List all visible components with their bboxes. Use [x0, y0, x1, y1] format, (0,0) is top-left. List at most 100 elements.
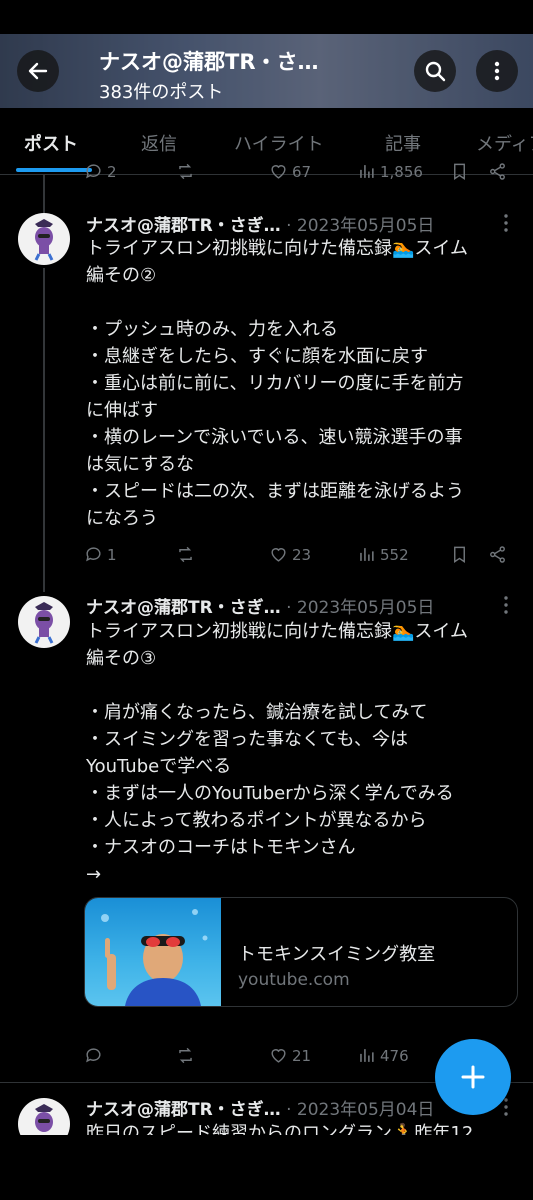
tweet-line: ・プッシュ時のみ、力を入れる — [86, 319, 338, 340]
bookmark-button[interactable] — [450, 162, 469, 181]
views-chart-icon — [360, 548, 374, 561]
tab-articles[interactable]: 記事 — [385, 130, 421, 156]
share-button[interactable] — [488, 545, 507, 564]
reply-button[interactable]: 1 — [84, 545, 117, 564]
tweet-header: ナスオ@蒲郡TR・さぎ… · 2023年05月05日 — [86, 593, 434, 618]
tweet-text: 昨日のスピード練習からのロングラン🏃昨年12 — [86, 1120, 518, 1135]
more-options-button[interactable] — [476, 50, 518, 92]
tweet-line: → — [86, 864, 102, 885]
view-count: 552 — [380, 545, 409, 564]
author-name[interactable]: ナスオ@蒲郡TR・さぎ… — [86, 1100, 281, 1120]
search-button[interactable] — [414, 50, 456, 92]
retweet-icon — [179, 546, 192, 563]
search-icon — [425, 61, 446, 82]
share-icon — [490, 546, 505, 563]
active-tab-indicator — [16, 168, 92, 172]
views-chart-icon — [360, 165, 374, 178]
view-count: 476 — [380, 1046, 409, 1065]
share-icon — [490, 163, 505, 180]
tweet-line: 編その③ — [86, 648, 157, 669]
tweet-line: ・スピードは二の次、まずは距離を泳げるよう — [86, 481, 464, 502]
heart-icon — [271, 548, 286, 562]
tweet-date[interactable]: · 2023年05月05日 — [286, 598, 434, 618]
like-button[interactable]: 21 — [269, 1046, 311, 1065]
tweet-more-icon[interactable] — [495, 212, 517, 234]
author-name[interactable]: ナスオ@蒲郡TR・さぎ… — [86, 216, 281, 236]
author-name[interactable]: ナスオ@蒲郡TR・さぎ… — [86, 598, 281, 618]
tweet-line: 編その② — [86, 265, 157, 286]
views-button[interactable]: 1,856 — [357, 162, 423, 181]
avatar[interactable] — [18, 596, 70, 648]
compose-button[interactable] — [435, 1039, 511, 1115]
bottom-nav-area — [0, 1135, 533, 1200]
tab-posts[interactable]: ポスト — [24, 130, 78, 156]
tweet-line: トライアスロン初挑戦に向けた備忘録🏊スイム — [86, 621, 469, 642]
tweet-more-icon[interactable] — [495, 594, 517, 616]
bookmark-icon — [454, 163, 465, 180]
views-button[interactable]: 476 — [357, 1046, 409, 1065]
tweet-line: ・まずは一人のYouTuberから深く学んでみる — [86, 783, 454, 804]
reply-count: 2 — [107, 162, 117, 181]
profile-header: ナスオ@蒲郡TR・さ… 383件のポスト — [0, 34, 533, 108]
tweet-line — [86, 289, 518, 316]
like-button[interactable]: 23 — [269, 545, 311, 564]
tweet-line: ・人によって教わるポイントが異なるから — [86, 810, 427, 831]
tab-highlights[interactable]: ハイライト — [234, 130, 324, 156]
tweet-header: ナスオ@蒲郡TR・さぎ… · 2023年05月05日 — [86, 211, 434, 236]
retweet-icon — [179, 1047, 192, 1064]
tweet-date[interactable]: · 2023年05月04日 — [286, 1100, 434, 1120]
reply-button[interactable] — [84, 1046, 103, 1065]
heart-icon — [271, 165, 286, 179]
tweet-text: トライアスロン初挑戦に向けた備忘録🏊スイム 編その② ・プッシュ時のみ、力を入れ… — [86, 235, 518, 532]
link-thumbnail — [85, 898, 221, 1006]
bookmark-button[interactable] — [450, 545, 469, 564]
thread-connector — [43, 268, 45, 592]
tweet-line: YouTubeで学べる — [86, 756, 232, 777]
nasuo-character-icon — [34, 219, 54, 261]
retweet-button[interactable] — [176, 545, 195, 564]
tweet-date[interactable]: · 2023年05月05日 — [286, 216, 434, 236]
avatar[interactable] — [18, 213, 70, 265]
tweet-line: ・息継ぎをしたら、すぐに顔を水面に戻す — [86, 346, 428, 367]
reply-icon — [86, 164, 101, 179]
status-bar — [0, 0, 533, 34]
retweet-icon — [179, 163, 192, 180]
header-title: ナスオ@蒲郡TR・さ… — [99, 50, 319, 74]
back-button[interactable] — [17, 50, 59, 92]
link-preview-card[interactable]: トモキンスイミング教室 youtube.com — [84, 897, 518, 1007]
views-button[interactable]: 552 — [357, 545, 409, 564]
retweet-button[interactable] — [176, 1046, 195, 1065]
post-count: 383件のポスト — [99, 82, 224, 103]
tweet-actions: 1 23 552 — [84, 545, 514, 569]
link-card-domain: youtube.com — [238, 970, 350, 990]
like-count: 23 — [292, 545, 312, 564]
tweet-line: になろう — [86, 508, 158, 529]
retweet-button[interactable] — [176, 162, 195, 181]
nasuo-character-icon — [34, 602, 54, 644]
prev-tweet-actions: 2 67 1,856 — [84, 162, 514, 186]
swimmer-photo-icon — [101, 909, 208, 1006]
tweet-line: は気にするな — [86, 454, 195, 475]
reply-button[interactable]: 2 — [84, 162, 117, 181]
thread-connector — [43, 174, 45, 214]
heart-icon — [271, 1049, 286, 1063]
tweet-line: ・横のレーンで泳いでいる、速い競泳選手の事 — [86, 427, 463, 448]
tweet-line: に伸ばす — [86, 400, 158, 421]
tweet-text: トライアスロン初挑戦に向けた備忘録🏊スイム 編その③ ・肩が痛くなったら、鍼治療… — [86, 618, 518, 888]
plus-icon — [461, 1065, 485, 1089]
more-vertical-icon — [494, 61, 500, 81]
tweet-line: トライアスロン初挑戦に向けた備忘録🏊スイム — [86, 238, 469, 259]
view-count: 1,856 — [380, 162, 423, 181]
share-button[interactable] — [488, 162, 507, 181]
tweet-header: ナスオ@蒲郡TR・さぎ… · 2023年05月04日 — [86, 1095, 434, 1120]
tweet-line: ・スイミングを習った事なくても、今は — [86, 729, 409, 750]
reply-count: 1 — [107, 545, 117, 564]
tab-replies[interactable]: 返信 — [141, 130, 177, 156]
tweet-line: ・肩が痛くなったら、鍼治療を試してみて — [86, 702, 428, 723]
bookmark-icon — [454, 546, 465, 563]
reply-icon — [86, 1048, 101, 1063]
like-button[interactable]: 67 — [269, 162, 311, 181]
tab-media[interactable]: メディア — [476, 130, 533, 156]
views-chart-icon — [360, 1049, 374, 1062]
tweet-line: ・重心は前に前に、リカバリーの度に手を前方 — [86, 373, 464, 394]
